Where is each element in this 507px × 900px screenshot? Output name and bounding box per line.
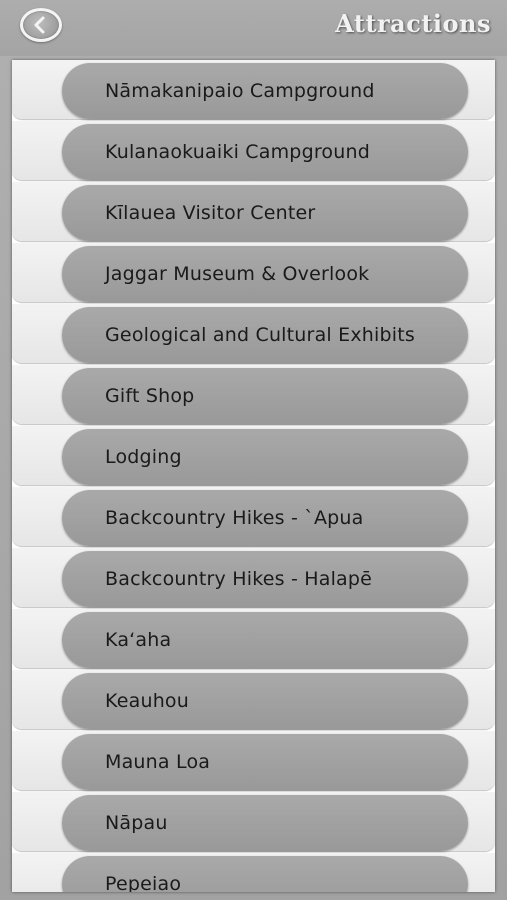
list-item: Lodging (12, 426, 495, 487)
list-item-button[interactable]: Ka‘aha (62, 612, 468, 668)
page-title: Attractions (335, 9, 491, 38)
list-item-label: Geological and Cultural Exhibits (105, 324, 415, 346)
list-item-button[interactable]: Mauna Loa (62, 734, 468, 790)
list-item-button[interactable]: Kīlauea Visitor Center (62, 185, 468, 241)
attractions-list[interactable]: Nāmakanipaio Campground Kulanaokuaiki Ca… (12, 60, 495, 892)
list-item-button[interactable]: Nāmakanipaio Campground (62, 63, 468, 119)
list-item: Kīlauea Visitor Center (12, 182, 495, 243)
list-item: Ka‘aha (12, 609, 495, 670)
list-item-button[interactable]: Gift Shop (62, 368, 468, 424)
list-item-label: Keauhou (105, 690, 189, 712)
list-item: Keauhou (12, 670, 495, 731)
list-item: Jaggar Museum & Overlook (12, 243, 495, 304)
navigation-bar: Attractions (0, 0, 507, 56)
list-item: Backcountry Hikes - `Apua (12, 487, 495, 548)
list-item: Nāmakanipaio Campground (12, 60, 495, 121)
list-item: Geological and Cultural Exhibits (12, 304, 495, 365)
list-item: Nāpau (12, 792, 495, 853)
list-item-label: Backcountry Hikes - `Apua (105, 507, 364, 529)
list-item-button[interactable]: Kulanaokuaiki Campground (62, 124, 468, 180)
back-button[interactable] (20, 8, 62, 42)
list-item: Gift Shop (12, 365, 495, 426)
list-item: Pepeiao (12, 853, 495, 892)
list-item-button[interactable]: Keauhou (62, 673, 468, 729)
screen: Attractions Nāmakanipaio Campground Kula… (0, 0, 507, 900)
list-item-label: Jaggar Museum & Overlook (105, 263, 370, 285)
list-item-button[interactable]: Pepeiao (62, 856, 468, 892)
list-item-label: Nāmakanipaio Campground (105, 80, 375, 102)
list-item: Kulanaokuaiki Campground (12, 121, 495, 182)
list-item-label: Lodging (105, 446, 182, 468)
list-item-button[interactable]: Nāpau (62, 795, 468, 851)
list-item-button[interactable]: Jaggar Museum & Overlook (62, 246, 468, 302)
list-item-button[interactable]: Backcountry Hikes - Halapē (62, 551, 468, 607)
list-item-label: Ka‘aha (105, 629, 172, 651)
list-item-label: Kulanaokuaiki Campground (105, 141, 370, 163)
list-item-button[interactable]: Geological and Cultural Exhibits (62, 307, 468, 363)
list-item-button[interactable]: Lodging (62, 429, 468, 485)
list-item-label: Pepeiao (105, 873, 182, 892)
list-item-label: Kīlauea Visitor Center (105, 202, 316, 224)
chevron-left-icon (34, 16, 45, 34)
list-item-label: Gift Shop (105, 385, 195, 407)
list-item-label: Backcountry Hikes - Halapē (105, 568, 373, 590)
list-item-label: Mauna Loa (105, 751, 211, 773)
list-item: Backcountry Hikes - Halapē (12, 548, 495, 609)
list-item-button[interactable]: Backcountry Hikes - `Apua (62, 490, 468, 546)
list-item: Mauna Loa (12, 731, 495, 792)
list-item-label: Nāpau (105, 812, 168, 834)
